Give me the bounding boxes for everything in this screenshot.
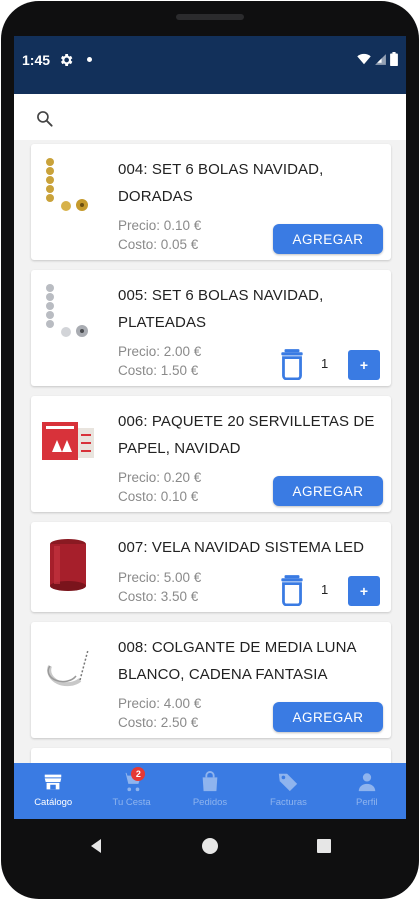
nav-label: Facturas (269, 797, 307, 808)
recents-icon[interactable] (316, 838, 332, 854)
nav-label: Catálogo (34, 797, 73, 808)
tag-icon (279, 773, 298, 792)
person-icon (358, 773, 376, 792)
product-cost: Costo: 0.05 € (118, 237, 199, 252)
search-bar[interactable] (14, 94, 406, 140)
increment-quantity-button[interactable]: + (348, 350, 380, 380)
cart-count-badge: 2 (131, 767, 146, 781)
product-title: 006: PAQUETE 20 SERVILLETAS DE PAPEL, NA… (118, 413, 375, 457)
product-price: Precio: 0.20 € (118, 470, 202, 485)
product-cost: Costo: 0.10 € (118, 489, 199, 504)
quantity-value: 1 (321, 582, 329, 597)
product-price: Precio: 2.00 € (118, 344, 202, 359)
product-price: Precio: 5.00 € (118, 570, 202, 585)
add-to-cart-button[interactable]: AGREGAR (273, 476, 383, 506)
status-bar: 1:45 (14, 36, 406, 94)
nav-label: Tu Cesta (112, 797, 151, 808)
product-card[interactable]: 005: SET 6 BOLAS NAVIDAD, PLATEADAS Prec… (31, 270, 391, 386)
nav-label: Pedidos (192, 797, 228, 808)
bag-icon (202, 771, 218, 792)
back-icon[interactable] (88, 838, 104, 854)
nav-item-facturas[interactable]: Facturas (249, 763, 327, 819)
product-card[interactable]: 006: PAQUETE 20 SERVILLETAS DE PAPEL, NA… (31, 396, 391, 512)
quantity-value: 1 (321, 356, 329, 371)
speaker-grille (176, 14, 244, 20)
product-price: Precio: 4.00 € (118, 696, 202, 711)
product-title: 005: SET 6 BOLAS NAVIDAD, PLATEADAS (118, 287, 324, 331)
battery-icon (390, 52, 398, 66)
wifi-icon (357, 53, 371, 65)
product-title: 004: SET 6 BOLAS NAVIDAD, DORADAS (118, 161, 324, 205)
product-card[interactable] (31, 748, 391, 763)
add-to-cart-button[interactable]: AGREGAR (273, 702, 383, 732)
product-cost: Costo: 1.50 € (118, 363, 199, 378)
home-icon[interactable] (201, 837, 219, 855)
store-icon (44, 774, 62, 790)
product-image (46, 158, 88, 211)
search-icon[interactable] (35, 109, 55, 129)
product-image (46, 284, 88, 337)
product-card[interactable]: 004: SET 6 BOLAS NAVIDAD, DORADAS Precio… (31, 144, 391, 260)
product-price: Precio: 0.10 € (118, 218, 202, 233)
product-cost: Costo: 2.50 € (118, 715, 199, 730)
system-navigation-bar (14, 819, 406, 873)
product-cost: Costo: 3.50 € (118, 589, 199, 604)
nav-item-pedidos[interactable]: Pedidos (171, 763, 249, 819)
increment-quantity-button[interactable]: + (348, 576, 380, 606)
status-icons (357, 52, 398, 66)
product-image (50, 539, 86, 591)
nav-item-tu-cesta[interactable]: 2 Tu Cesta (92, 763, 170, 819)
product-title: 008: COLGANTE DE MEDIA LUNA BLANCO, CADE… (118, 639, 356, 683)
status-time: 1:45 (22, 52, 51, 68)
product-image (42, 422, 94, 460)
phone-frame: 1:45 004: SET 6 BOLAS NAVIDAD, DORADAS P… (0, 0, 420, 900)
gear-icon (61, 54, 73, 66)
nav-item-perfil[interactable]: Perfil (328, 763, 406, 819)
app-screen: 1:45 004: SET 6 BOLAS NAVIDAD, DORADAS P… (14, 36, 406, 819)
product-card[interactable]: 008: COLGANTE DE MEDIA LUNA BLANCO, CADE… (31, 622, 391, 738)
notification-dot-icon (87, 57, 92, 62)
trash-icon[interactable] (279, 348, 305, 380)
product-image (47, 649, 89, 687)
add-to-cart-button[interactable]: AGREGAR (273, 224, 383, 254)
bottom-navigation: Catálogo 2 Tu Cesta Pedidos Facturas Per… (14, 763, 406, 819)
trash-icon[interactable] (279, 574, 305, 606)
product-card[interactable]: 007: VELA NAVIDAD SISTEMA LED Precio: 5.… (31, 522, 391, 612)
nav-item-catalogo[interactable]: Catálogo (14, 763, 92, 819)
product-title: 007: VELA NAVIDAD SISTEMA LED (118, 539, 365, 556)
catalog-list[interactable]: 004: SET 6 BOLAS NAVIDAD, DORADAS Precio… (14, 94, 406, 763)
nav-label: Perfil (356, 797, 378, 808)
signal-icon (375, 53, 386, 65)
